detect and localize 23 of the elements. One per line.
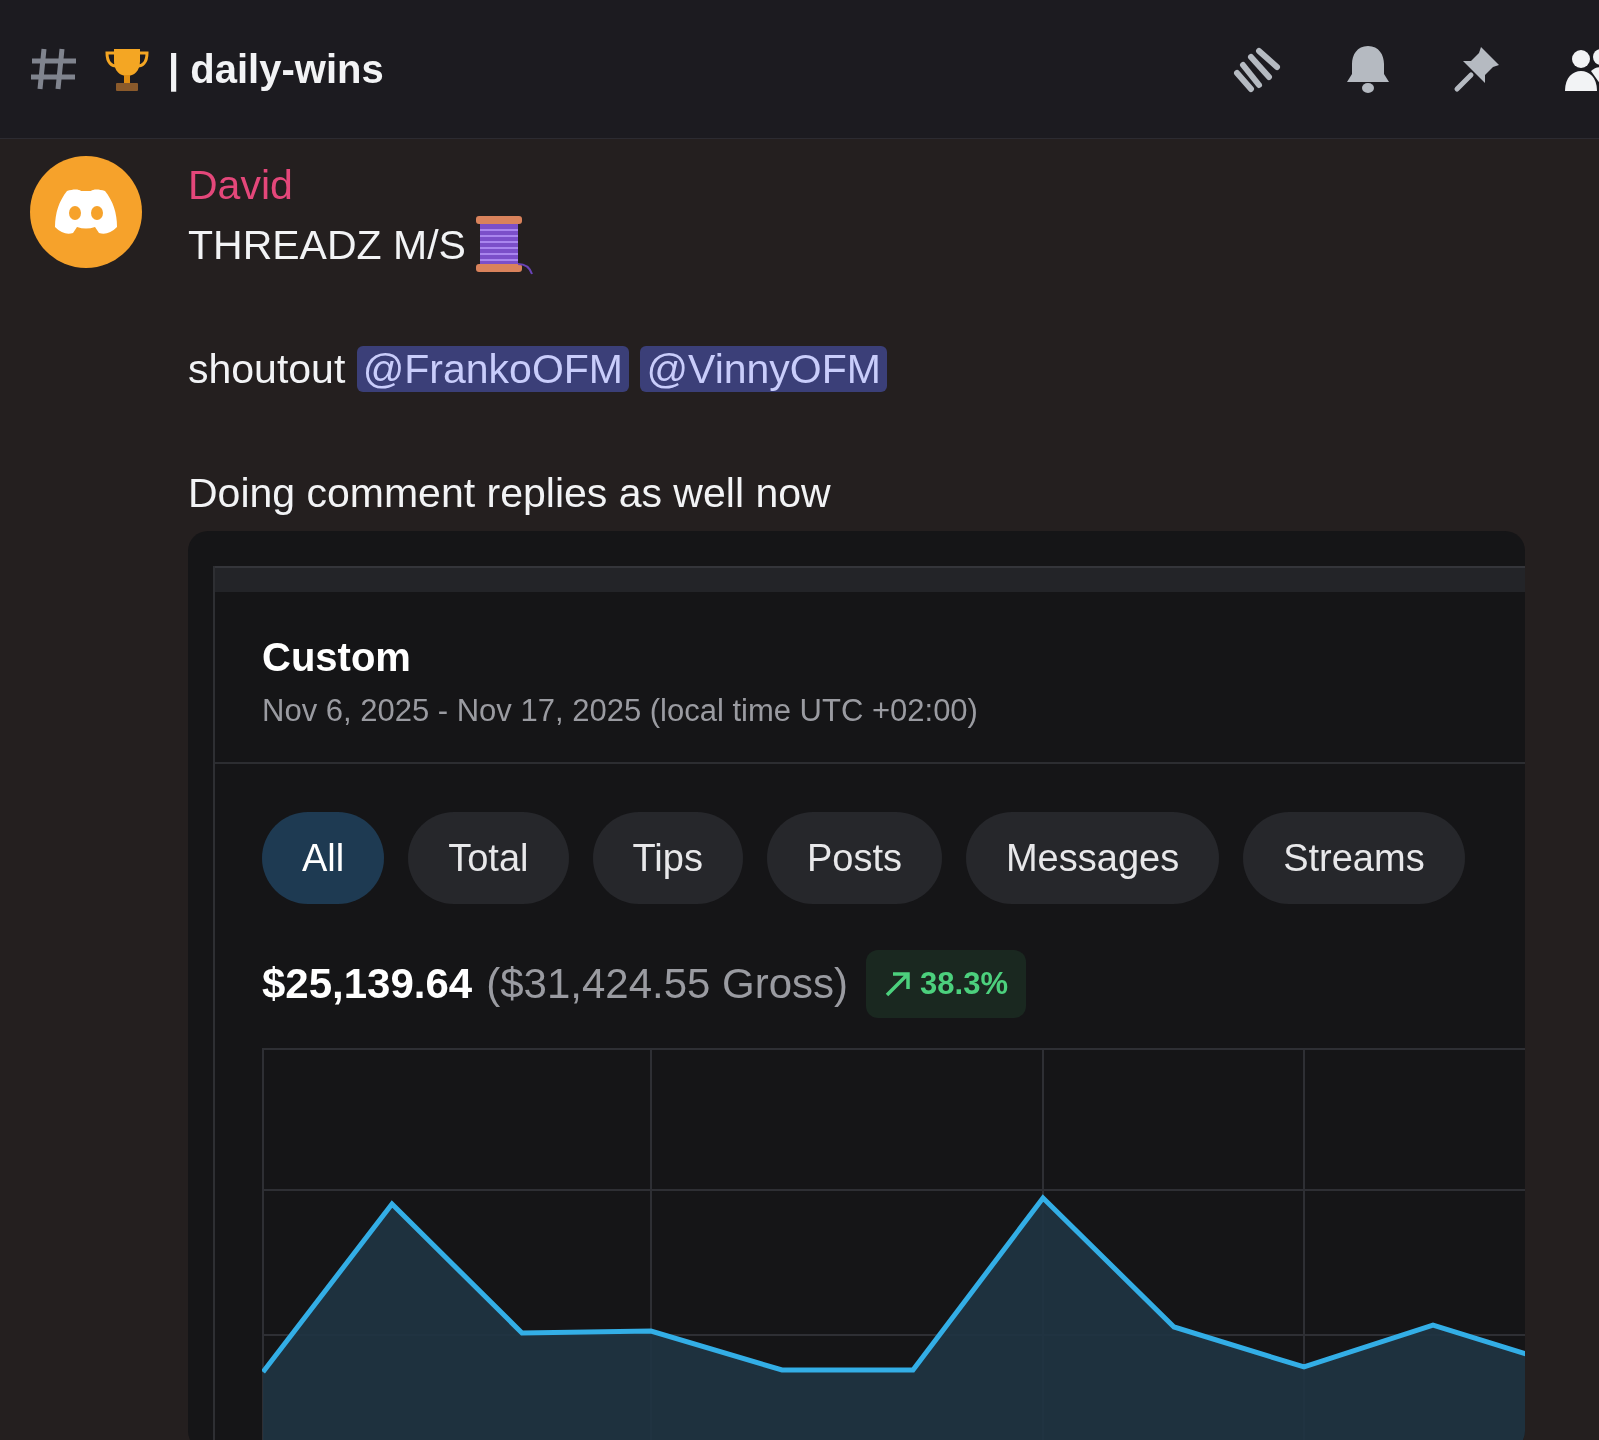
pin-icon[interactable] (1453, 45, 1501, 93)
change-badge: 38.3% (866, 950, 1026, 1018)
gross-amount: ($31,424.55 Gross) (486, 960, 849, 1008)
date-range: Nov 6, 2025 - Nov 17, 2025 (local time UTC +02:00) (262, 693, 978, 729)
message-text: THREADZ M/S (188, 221, 466, 270)
bell-icon[interactable] (1345, 44, 1391, 94)
author-name[interactable]: David (188, 156, 293, 214)
filter-tab[interactable]: Tips (592, 812, 743, 904)
filter-tab[interactable]: Posts (766, 812, 942, 904)
message-text: Doing comment replies as well now (188, 469, 831, 518)
filter-tab[interactable]: All (262, 812, 385, 904)
user-mention[interactable]: @FrankoOFM (356, 346, 629, 392)
hashtag-icon (30, 47, 78, 91)
trend-up-icon (884, 970, 913, 998)
period-title: Custom (262, 635, 411, 680)
filter-tab[interactable]: Streams (1243, 812, 1465, 904)
net-amount: $25,139.64 (262, 960, 473, 1008)
user-mention[interactable]: @VinnyOFM (640, 346, 887, 392)
filter-tab[interactable]: Messages (965, 812, 1220, 904)
channel-name: | daily-wins (168, 46, 384, 92)
filter-tab[interactable]: Total (408, 812, 569, 904)
game-controller-icon (53, 187, 119, 237)
message-text: shoutout @FrankoOFM @VinnyOFM (188, 338, 887, 400)
